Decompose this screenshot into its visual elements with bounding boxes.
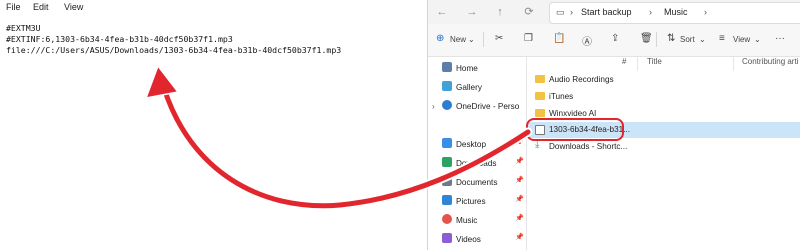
arrow-outline (159, 83, 533, 211)
arrow-head (144, 64, 180, 99)
annotation-arrow (144, 64, 533, 211)
arrow-shaft (161, 85, 531, 209)
